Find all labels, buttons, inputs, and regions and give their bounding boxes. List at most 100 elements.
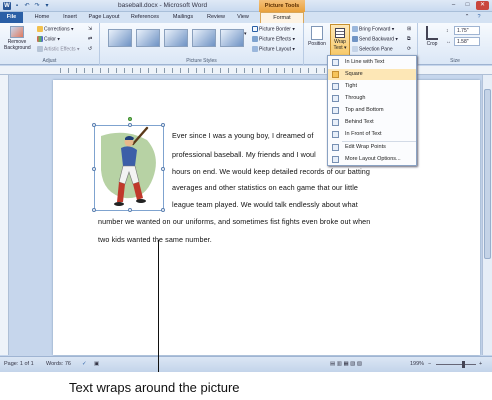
doc-line[interactable]: averages and other statistics on each ga… (172, 183, 358, 192)
zoom-in-icon[interactable]: + (479, 361, 482, 367)
bring-forward-button[interactable]: Bring Forward ▾ (352, 26, 394, 32)
wrap-text-icon (335, 28, 345, 38)
wrap-option-in-front[interactable]: In Front of Text (328, 129, 416, 140)
resize-handle[interactable] (161, 208, 165, 212)
reset-picture-icon[interactable]: ↺ (88, 46, 92, 52)
doc-line[interactable]: Ever since I was a young boy, I dreamed … (172, 131, 314, 140)
position-icon (311, 26, 323, 40)
styles-gallery-more-icon[interactable]: ▾ (244, 31, 247, 37)
wrap-option-square[interactable]: Square (328, 69, 416, 80)
wrap-option-inline[interactable]: In Line with Text (328, 57, 416, 68)
page-count[interactable]: Page: 1 of 1 (4, 361, 34, 367)
wrap-option-label: Through (345, 95, 366, 101)
resize-handle[interactable] (92, 167, 96, 171)
more-layout-options-item[interactable]: More Layout Options... (328, 154, 416, 165)
picture-style-thumb[interactable] (136, 29, 160, 47)
zoom-level[interactable]: 199% (410, 361, 424, 367)
doc-line[interactable]: number we wanted on our uniforms, and so… (98, 217, 370, 226)
corrections-button[interactable]: Corrections ▾ (37, 26, 73, 32)
resize-handle[interactable] (92, 208, 96, 212)
remove-background-label-2: Background (4, 45, 31, 51)
size-group: Crop ↕ 1.75" ↔ 1.58" Size (418, 23, 492, 65)
redo-icon[interactable]: ↷ (33, 2, 41, 10)
wrap-option-through[interactable]: Through (328, 93, 416, 104)
picture-effects-button[interactable]: Picture Effects ▾ (252, 36, 295, 42)
tab-review[interactable]: Review (204, 12, 228, 23)
crop-icon (426, 26, 438, 40)
wrap-option-top-bottom[interactable]: Top and Bottom (328, 105, 416, 116)
picture-layout-button[interactable]: Picture Layout ▾ (252, 46, 295, 52)
picture-style-thumb[interactable] (108, 29, 132, 47)
shape-width-input[interactable]: 1.58" (454, 37, 480, 46)
change-picture-icon[interactable]: ⇄ (88, 36, 92, 42)
zoom-slider[interactable] (436, 364, 476, 365)
customize-qat-icon[interactable]: ▾ (43, 2, 51, 10)
send-backward-button[interactable]: Send Backward ▾ (352, 36, 398, 42)
resize-handle[interactable] (92, 123, 96, 127)
tab-mailings[interactable]: Mailings (167, 12, 199, 23)
macro-record-icon[interactable]: ▣ (94, 361, 99, 367)
picture-style-thumb[interactable] (192, 29, 216, 47)
resize-handle[interactable] (161, 123, 165, 127)
tab-view[interactable]: View (233, 12, 253, 23)
picture-style-thumb[interactable] (220, 29, 244, 47)
picture-effects-label: Picture Effects ▾ (259, 36, 296, 43)
word-count[interactable]: Words: 76 (46, 361, 71, 367)
vertical-scrollbar[interactable] (482, 75, 492, 355)
tab-format[interactable]: Format (260, 12, 304, 23)
close-button[interactable]: ✕ (476, 1, 489, 10)
minimize-button[interactable]: – (447, 1, 460, 10)
maximize-button[interactable]: □ (461, 1, 474, 10)
resize-handle[interactable] (161, 167, 165, 171)
wrap-option-label: Behind Text (345, 119, 374, 125)
picture-border-button[interactable]: Picture Border ▾ (252, 26, 295, 32)
compress-pictures-icon[interactable]: ⇲ (88, 26, 92, 32)
save-icon[interactable]: ▪ (13, 2, 21, 10)
artistic-effects-button[interactable]: Artistic Effects ▾ (37, 46, 79, 52)
group-icon[interactable]: ⧉ (407, 36, 411, 42)
vertical-ruler[interactable] (0, 75, 9, 355)
wrap-square-icon (332, 71, 339, 78)
tab-file[interactable]: File (0, 12, 23, 23)
wrap-text-menu: In Line with Text Square Tight Through T… (327, 55, 417, 166)
window-title: baseball.docx - Microsoft Word (118, 2, 208, 9)
zoom-slider-thumb[interactable] (462, 361, 465, 368)
help-icon[interactable]: ? (474, 12, 484, 23)
doc-line[interactable]: two kids wanted the same number. (98, 235, 212, 244)
position-label: Position (308, 41, 326, 47)
word-app-icon[interactable]: W (3, 2, 11, 10)
doc-line[interactable]: hours on end. We would keep detailed rec… (172, 167, 370, 176)
resize-handle[interactable] (128, 208, 132, 212)
remove-background-button[interactable]: Remove Background (4, 26, 31, 51)
rotate-icon[interactable]: ⟳ (407, 46, 411, 52)
view-buttons-icon[interactable]: ▤ ▥ ▦ ▧ ▨ (330, 361, 362, 367)
picture-effects-icon (252, 36, 258, 42)
picture-style-thumb[interactable] (164, 29, 188, 47)
doc-line[interactable]: league team played. We would talk endles… (172, 200, 358, 209)
zoom-out-icon[interactable]: − (428, 361, 431, 367)
resize-handle[interactable] (128, 123, 132, 127)
selection-pane-button[interactable]: Selection Pane (352, 46, 393, 52)
crop-button[interactable]: Crop (424, 26, 440, 47)
baseball-player-picture[interactable] (92, 117, 165, 212)
scroll-thumb[interactable] (484, 89, 491, 259)
minimize-ribbon-icon[interactable]: ⌃ (462, 12, 472, 23)
rotate-handle[interactable] (128, 117, 132, 121)
doc-line[interactable]: professional baseball. My friends and I … (172, 150, 316, 159)
tab-references[interactable]: References (126, 12, 164, 23)
color-button[interactable]: Color ▾ (37, 36, 60, 42)
tab-home[interactable]: Home (29, 12, 55, 23)
horizontal-ruler[interactable] (0, 66, 492, 75)
proofing-icon[interactable]: ✓ (82, 361, 87, 367)
align-icon[interactable]: ⊞ (407, 26, 411, 32)
position-button[interactable]: Position (306, 26, 328, 47)
undo-icon[interactable]: ↶ (23, 2, 31, 10)
wrap-option-behind-text[interactable]: Behind Text (328, 117, 416, 128)
tab-page-layout[interactable]: Page Layout (86, 12, 122, 23)
edit-wrap-points-item[interactable]: Edit Wrap Points (328, 142, 416, 153)
adjust-group: Remove Background Corrections ▾ Color ▾ … (0, 23, 100, 65)
ribbon-tabs: File Home Insert Page Layout References … (0, 12, 492, 23)
wrap-option-tight[interactable]: Tight (328, 81, 416, 92)
tab-insert[interactable]: Insert (57, 12, 83, 23)
shape-height-input[interactable]: 1.75" (454, 26, 480, 35)
